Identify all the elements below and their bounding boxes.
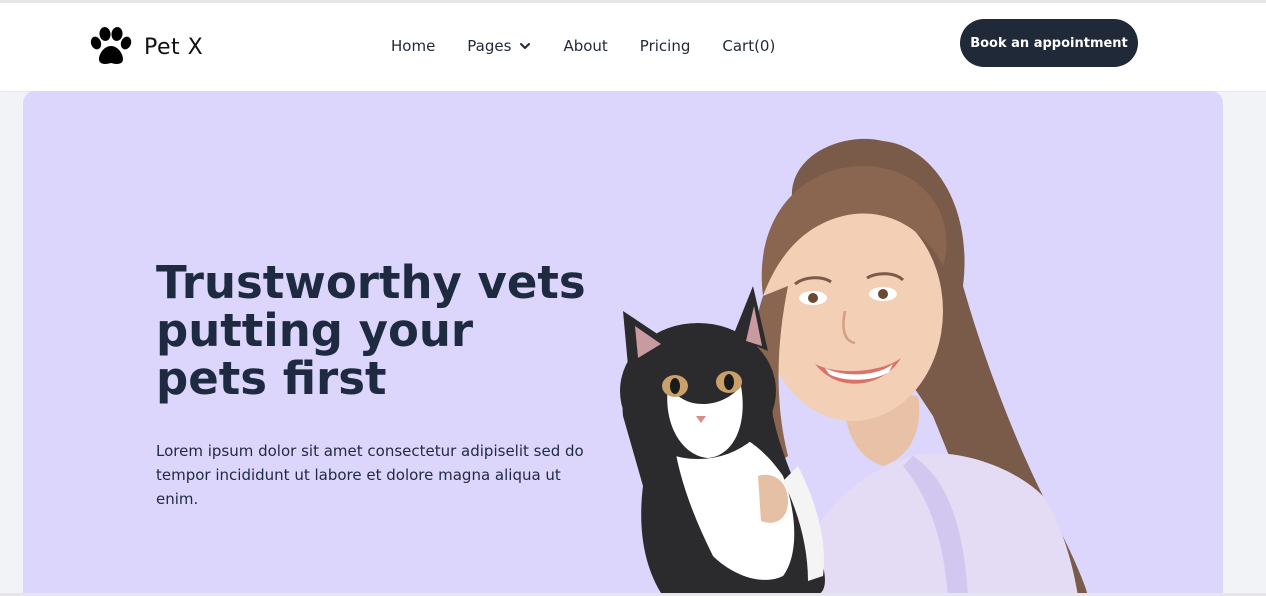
nav-pricing-label: Pricing <box>639 37 691 55</box>
hero-title: Trustworthy vets putting your pets first <box>156 256 586 405</box>
nav-home[interactable]: Home <box>391 37 435 55</box>
site-header: Pet X Home Pages About Pricing Cart(0) B… <box>0 3 1266 92</box>
hero-image <box>620 138 1088 596</box>
brand-logo[interactable]: Pet X <box>88 27 203 67</box>
nav-about-label: About <box>563 37 608 55</box>
paw-icon <box>90 27 132 64</box>
brand-name: Pet X <box>144 34 204 60</box>
nav-cart-label: Cart(0) <box>722 37 776 55</box>
nav-cart[interactable]: Cart(0) <box>722 37 775 55</box>
nav-pages-label: Pages <box>467 37 512 55</box>
nav-pages-dropdown[interactable]: Pages <box>467 37 531 55</box>
hero-description: Lorem ipsum dolor sit amet consectetur a… <box>156 442 584 508</box>
chevron-down-icon <box>520 43 531 49</box>
main-nav: Home Pages About Pricing Cart(0) <box>391 37 807 55</box>
nav-home-label: Home <box>391 37 436 55</box>
nav-pricing[interactable]: Pricing <box>640 37 691 55</box>
nav-about[interactable]: About <box>563 37 607 55</box>
hero-section: Trustworthy vets putting your pets first… <box>23 91 1223 596</box>
book-appointment-button[interactable]: Book an appointment <box>960 19 1138 67</box>
